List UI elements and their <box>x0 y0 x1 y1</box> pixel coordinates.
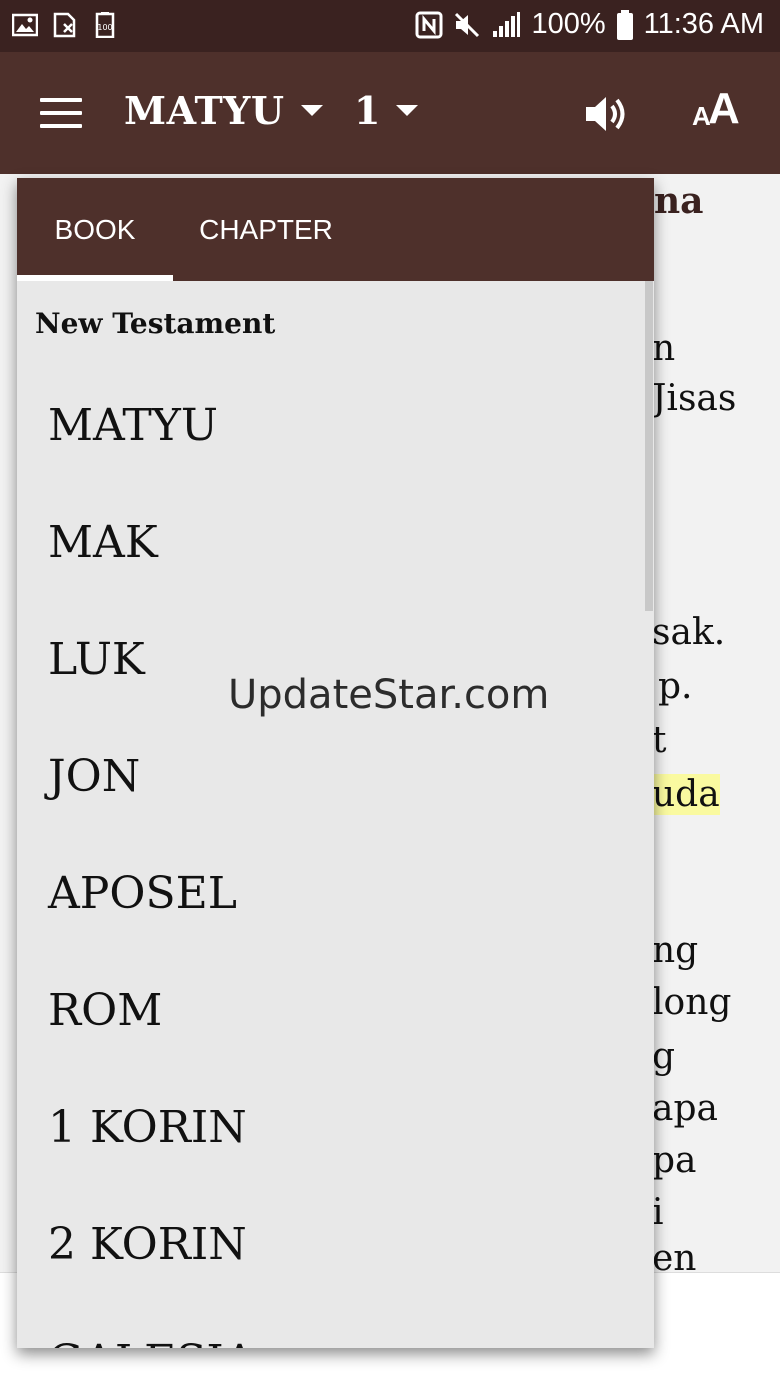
chapter-selector[interactable]: 1 <box>354 88 419 133</box>
book-item-aposel[interactable]: APOSEL <box>17 835 654 952</box>
mute-icon <box>455 12 480 37</box>
reading-fragment: na <box>654 180 704 222</box>
svg-text:100: 100 <box>97 23 112 32</box>
hamburger-menu-icon[interactable] <box>40 98 82 128</box>
reading-fragment: pa <box>652 1140 697 1181</box>
reading-fragment: p. <box>658 666 693 707</box>
section-title: New Testament <box>35 307 276 340</box>
reading-fragment: sak. <box>652 612 726 653</box>
reading-fragment: apa <box>652 1088 718 1129</box>
image-icon <box>12 13 38 37</box>
reading-fragment: Jisas <box>652 378 737 419</box>
status-bar: 100 100% 11:36 AM <box>0 0 780 52</box>
tab-book[interactable]: BOOK <box>17 178 173 281</box>
book-item-matyu[interactable]: MATYU <box>17 367 654 484</box>
book-item-rom[interactable]: ROM <box>17 952 654 1069</box>
sim-error-icon <box>53 12 76 38</box>
picker-tabs: BOOK CHAPTER <box>17 178 654 281</box>
font-size-button[interactable]: A A <box>692 84 748 138</box>
chapter-selector-label: 1 <box>354 88 381 133</box>
book-item-galesia[interactable]: GALESIA <box>17 1303 654 1348</box>
scrollbar[interactable] <box>645 281 653 611</box>
app-toolbar: MATYU 1 A A <box>0 52 780 174</box>
font-size-large-glyph: A <box>708 84 740 133</box>
chevron-down-icon <box>396 105 419 116</box>
reading-highlight: uda <box>652 774 720 815</box>
battery-percent: 100% <box>531 8 606 40</box>
reading-fragment: n <box>652 328 676 369</box>
nfc-icon <box>415 11 443 38</box>
chevron-down-icon <box>300 105 323 116</box>
battery-icon <box>616 9 633 40</box>
clock: 11:36 AM <box>643 8 764 40</box>
watermark-text: UpdateStar.com <box>228 672 550 718</box>
book-item-1-korin[interactable]: 1 KORIN <box>17 1069 654 1186</box>
book-item-jon[interactable]: JON <box>17 718 654 835</box>
speaker-icon[interactable] <box>584 92 630 136</box>
signal-icon <box>493 11 521 37</box>
reading-fragment: t <box>652 720 667 761</box>
reading-fragment: long <box>652 982 732 1023</box>
book-item-2-korin[interactable]: 2 KORIN <box>17 1186 654 1303</box>
battery-100-icon: 100 <box>95 12 115 38</box>
book-picker-dropdown: BOOK CHAPTER New Testament MATYU MAK LUK… <box>17 178 654 1348</box>
reading-fragment: g <box>652 1036 676 1077</box>
reading-fragment: ng <box>652 930 699 971</box>
book-selector[interactable]: MATYU <box>124 88 323 133</box>
book-item-mak[interactable]: MAK <box>17 484 654 601</box>
active-tab-indicator <box>17 275 173 281</box>
book-selector-label: MATYU <box>124 88 285 133</box>
tab-chapter[interactable]: CHAPTER <box>173 178 359 281</box>
